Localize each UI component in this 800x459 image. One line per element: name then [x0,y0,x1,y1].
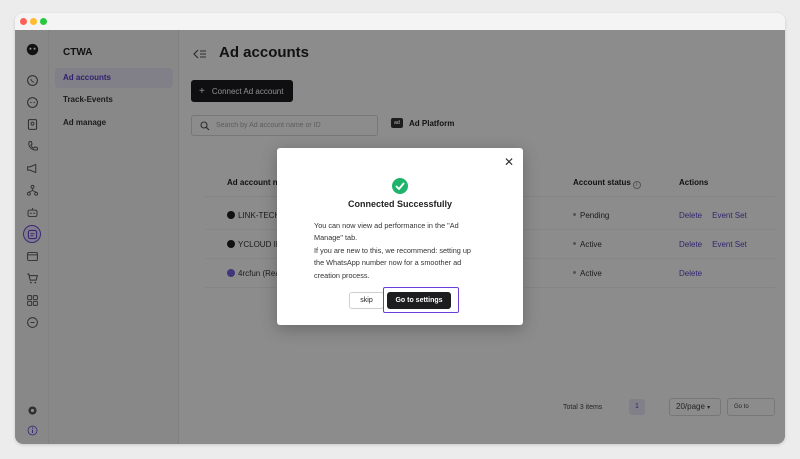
success-check-icon [392,178,408,194]
message-line: creation process. [314,270,370,280]
go-to-settings-button[interactable]: Go to settings [387,292,451,309]
skip-button[interactable]: skip [349,292,384,309]
zoom-window-button[interactable] [40,18,47,25]
message-line: You can now view ad performance in the "… [314,221,459,230]
message-line: If you are new to this, we recommend: se… [314,245,471,255]
close-icon[interactable]: ✕ [504,156,514,168]
success-dialog: ✕ Connected Successfully You can now vie… [277,148,523,325]
title-bar [15,13,785,30]
close-window-button[interactable] [20,18,27,25]
dialog-title: Connected Successfully [347,199,453,209]
dialog-message: You can now view ad performance in the "… [314,220,494,282]
minimize-window-button[interactable] [30,18,37,25]
message-line: the WhatsApp number now for a smoother a… [314,258,462,268]
message-line: Manage" tab. [314,233,358,243]
